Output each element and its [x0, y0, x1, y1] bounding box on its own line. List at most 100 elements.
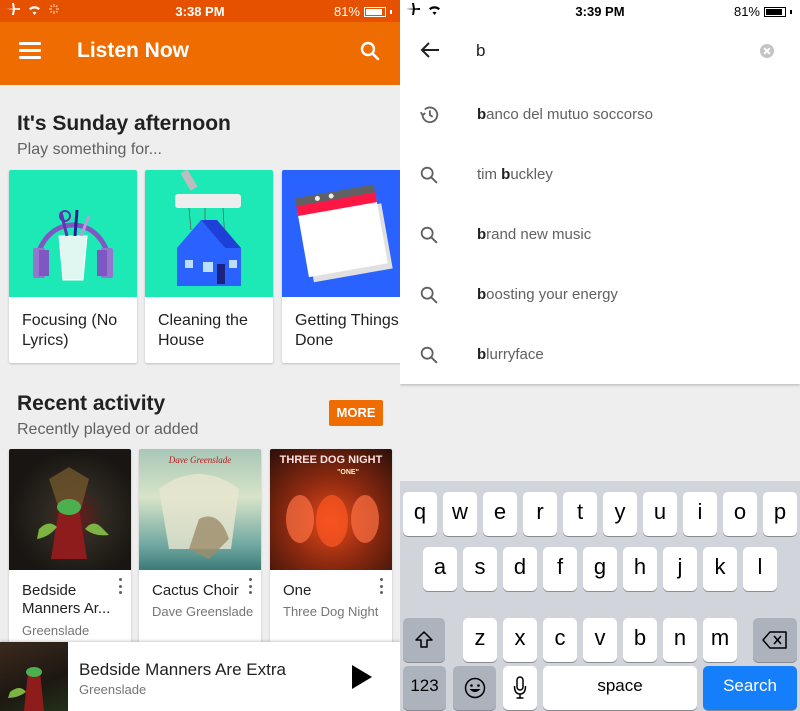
playlist-card-cleaning[interactable]: Cleaning the House [145, 170, 273, 363]
suggestion-text: banco del mutuo soccorso [477, 106, 653, 123]
album-card[interactable]: Bedside Manners Ar... Greenslade [9, 449, 131, 649]
key-w[interactable]: w [443, 492, 477, 536]
key-e[interactable]: e [483, 492, 517, 536]
key-f[interactable]: f [543, 547, 577, 591]
album-cover-one: THREE DOG NIGHT "ONE" [270, 449, 392, 570]
clear-icon[interactable] [760, 44, 774, 58]
key-g[interactable]: g [583, 547, 617, 591]
search-panel: 3:39 PM 81% banco del mutuo soccorso tim … [400, 0, 800, 384]
on-screen-keyboard: 123 space Search qwertyuiop asdfghjkl zxcv… [400, 481, 800, 711]
album-title: Bedside Manners Ar... [22, 582, 111, 617]
suggestion-rest: uckley [510, 166, 553, 183]
key-z[interactable]: z [463, 618, 497, 662]
key-b[interactable]: b [623, 618, 657, 662]
suggestion-item[interactable]: brand new music [400, 205, 800, 265]
arrow-back-icon[interactable] [419, 39, 441, 61]
key-c[interactable]: c [543, 618, 577, 662]
more-options-icon[interactable] [247, 578, 253, 594]
emoji-key[interactable] [453, 666, 496, 710]
battery-indicator: 81% [334, 4, 392, 19]
history-icon [418, 104, 440, 126]
key-u[interactable]: u [643, 492, 677, 536]
search-key[interactable]: Search [703, 666, 797, 710]
suggestion-rest: lurryface [486, 346, 544, 363]
suggestion-match: b [477, 346, 487, 363]
search-screen: 3:39 PM 81% banco del mutuo soccorso tim … [400, 0, 800, 711]
space-key[interactable]: space [543, 666, 697, 710]
key-k[interactable]: k [703, 547, 737, 591]
suggestion-item[interactable]: boosting your energy [400, 265, 800, 325]
key-y[interactable]: y [603, 492, 637, 536]
suggestion-text: blurryface [477, 346, 544, 363]
more-button[interactable]: MORE [329, 400, 383, 426]
key-h[interactable]: h [623, 547, 657, 591]
battery-indicator: 81% [734, 4, 792, 19]
key-v[interactable]: v [583, 618, 617, 662]
album-artist: Three Dog Night [283, 604, 379, 619]
emoji-icon [464, 677, 485, 699]
suggestion-prefix: tim [477, 166, 502, 183]
key-x[interactable]: x [503, 618, 537, 662]
album-title: Cactus Choir [152, 582, 239, 599]
section-title-recent: Recent activity [17, 392, 166, 415]
suggestion-text: tim buckley [477, 166, 553, 183]
key-n[interactable]: n [663, 618, 697, 662]
numbers-key[interactable]: 123 [403, 666, 446, 710]
more-options-icon[interactable] [117, 578, 123, 594]
app-bar: Listen Now [0, 22, 400, 85]
key-s[interactable]: s [463, 547, 497, 591]
key-l[interactable]: l [743, 547, 777, 591]
suggestion-match: b [477, 286, 487, 303]
suggestion-item[interactable]: blurryface [400, 325, 800, 385]
now-playing-title: Bedside Manners Are Extra [79, 660, 286, 679]
playlist-card-focusing[interactable]: Focusing (No Lyrics) [9, 170, 137, 363]
cover-subtext: "ONE" [337, 469, 359, 476]
battery-icon [364, 6, 386, 17]
backspace-key[interactable] [753, 618, 797, 662]
album-card[interactable]: Dave Greenslade Cactus Choir Dave Greens… [139, 449, 261, 649]
suggestion-text: brand new music [477, 226, 591, 243]
shift-key[interactable] [403, 618, 445, 662]
key-i[interactable]: i [683, 492, 717, 536]
playlist-card-getting-things-done[interactable]: Getting Things Done [282, 170, 400, 363]
key-q[interactable]: q [403, 492, 437, 536]
cover-text: Dave Greenslade [168, 455, 231, 465]
album-cover-cactus-choir: Dave Greenslade [139, 449, 261, 570]
dictation-key[interactable] [503, 666, 537, 710]
album-cover-bedside-manners [9, 449, 131, 570]
key-t[interactable]: t [563, 492, 597, 536]
status-bar: 3:39 PM 81% [400, 0, 800, 22]
suggestion-rest: oosting your energy [486, 286, 618, 303]
search-icon [418, 284, 440, 306]
playlist-card-label: Focusing (No Lyrics) [22, 312, 118, 349]
suggestion-match: b [477, 106, 487, 123]
hamburger-icon[interactable] [19, 42, 41, 60]
suggestion-match: b [477, 226, 487, 243]
search-icon [418, 224, 440, 246]
play-icon[interactable] [352, 665, 372, 689]
key-o[interactable]: o [723, 492, 757, 536]
notepad-artwork [282, 170, 400, 297]
playlist-card-label: Getting Things Done [295, 312, 399, 349]
key-r[interactable]: r [523, 492, 557, 536]
backspace-icon [762, 631, 787, 649]
suggestion-item[interactable]: banco del mutuo soccorso [400, 85, 800, 145]
search-icon [418, 344, 440, 366]
key-j[interactable]: j [663, 547, 697, 591]
search-input[interactable] [476, 39, 746, 63]
now-playing-artist: Greenslade [79, 682, 147, 697]
key-p[interactable]: p [763, 492, 797, 536]
key-a[interactable]: a [423, 547, 457, 591]
listen-now-screen: 3:38 PM 81% Listen Now It's Sunday after… [0, 0, 400, 711]
album-card[interactable]: THREE DOG NIGHT "ONE" One Three Dog Nigh… [270, 449, 392, 649]
suggestion-text: boosting your energy [477, 286, 618, 303]
suggestion-item[interactable]: tim buckley [400, 145, 800, 205]
key-m[interactable]: m [703, 618, 737, 662]
section-subtitle-sunday: Play something for... [17, 141, 162, 158]
key-d[interactable]: d [503, 547, 537, 591]
microphone-icon [513, 676, 527, 699]
section-title-sunday: It's Sunday afternoon [17, 112, 231, 135]
search-icon[interactable] [358, 39, 382, 63]
now-playing-bar[interactable]: Bedside Manners Are Extra Greenslade [0, 642, 400, 711]
more-options-icon[interactable] [378, 578, 384, 594]
